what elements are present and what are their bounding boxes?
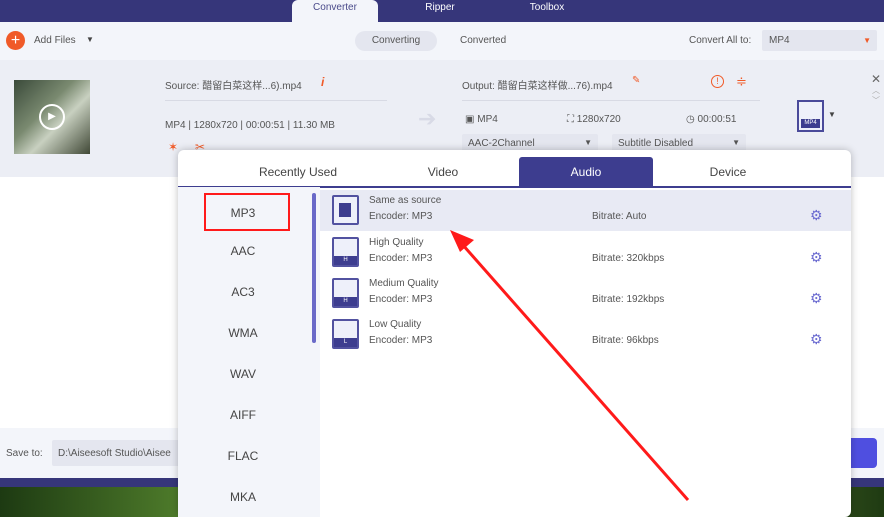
annotation-arrow [450,230,690,501]
